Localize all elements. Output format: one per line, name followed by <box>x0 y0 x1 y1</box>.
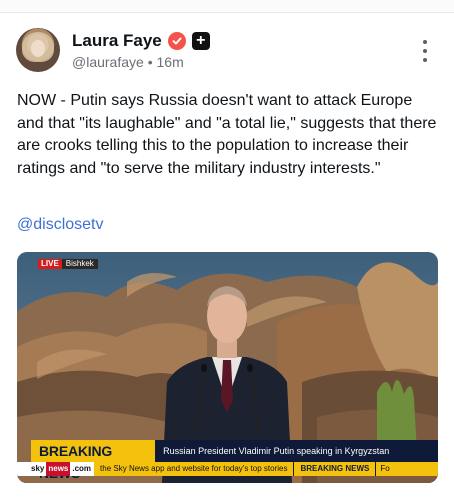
breaking-news-bar: BREAKING NEWS Russian President Vladimir… <box>31 440 438 481</box>
news-ticker: sky news .com the Sky News app and websi… <box>17 462 438 476</box>
mention-link[interactable]: @disclosetv <box>17 216 104 234</box>
post-video[interactable]: LIVE Bishkek BREAKING NEWS Russian Presi… <box>17 252 438 483</box>
live-label: LIVE <box>38 259 62 269</box>
author-name[interactable]: Laura Faye <box>72 31 162 51</box>
live-tag: LIVE Bishkek <box>38 259 98 269</box>
com-logo-text: .com <box>72 464 92 473</box>
breaking-news-caption: Russian President Vladimir Putin speakin… <box>155 440 438 462</box>
more-dot <box>423 49 427 53</box>
post-time[interactable]: 16m <box>157 54 184 70</box>
news-logo-text: news <box>46 462 71 476</box>
more-vertical-icon[interactable] <box>418 40 432 62</box>
live-location: Bishkek <box>61 259 98 269</box>
post-text: NOW - Putin says Russia doesn't want to … <box>17 92 437 177</box>
more-dot <box>423 40 427 44</box>
plus-badge-icon: + <box>191 32 210 50</box>
ticker-text: the Sky News app and website for today's… <box>94 462 294 476</box>
author-meta: @laurafaye • 16m <box>72 54 184 70</box>
author-handle[interactable]: @laurafaye <box>72 54 144 70</box>
sky-logo-text: sky <box>31 464 45 473</box>
ticker-tail-text: Fo <box>376 462 438 476</box>
more-dot <box>423 58 427 62</box>
meta-separator: • <box>147 54 153 70</box>
verified-badge-icon <box>167 32 186 50</box>
avatar-face <box>31 40 45 57</box>
author-name-row: Laura Faye + <box>72 31 210 51</box>
breaking-news-title: BREAKING NEWS <box>31 440 156 481</box>
avatar[interactable] <box>16 28 60 72</box>
top-divider <box>0 0 454 13</box>
sky-news-logo: sky news .com <box>17 462 95 476</box>
ticker-breaking-label: BREAKING NEWS <box>293 462 377 476</box>
